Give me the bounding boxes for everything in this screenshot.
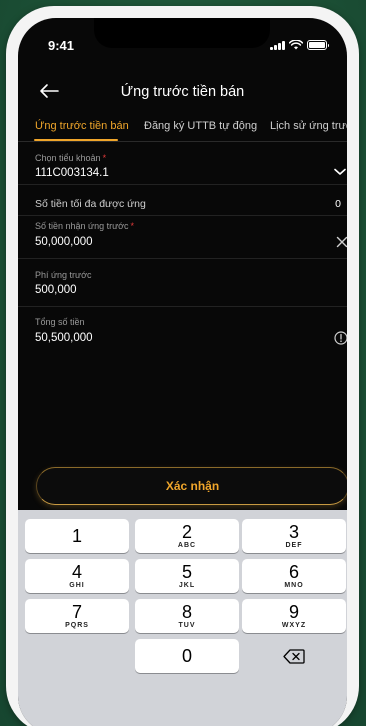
- numeric-keypad: 1 2 ABC 3 DEF 4 GHI 5 JKL 6 MNO 7 PQRS 8 TUV 9W…: [18, 510, 347, 726]
- key-4[interactable]: 4 GHI: [25, 559, 129, 593]
- info-icon[interactable]: [334, 331, 347, 345]
- battery-icon: [307, 40, 329, 50]
- account-label: Chọn tiểu khoản *: [35, 153, 107, 163]
- signal-icon: [270, 40, 285, 50]
- app-header: Ứng trước tiền bán: [18, 78, 347, 108]
- tab-auto-register[interactable]: Đăng ký UTTB tự động: [144, 120, 257, 132]
- key-9[interactable]: 9 WXYZ: [242, 599, 346, 633]
- key-6[interactable]: 6 MNO: [242, 559, 346, 593]
- max-amount-label: Số tiền tối đa được ứng: [35, 198, 146, 210]
- amount-label: Số tiền nhận ứng trước *: [35, 221, 135, 231]
- divider: [18, 306, 347, 307]
- notch: [94, 18, 270, 48]
- total-label: Tổng số tiền: [35, 317, 85, 327]
- status-icons: [270, 40, 329, 50]
- key-0[interactable]: 0: [135, 639, 239, 673]
- key-2[interactable]: 2 ABC: [135, 519, 239, 553]
- wifi-icon: [289, 40, 303, 50]
- delete-key[interactable]: [242, 639, 346, 673]
- app-screen: 9:41 Ứng trước tiền bán Ứng trước tiền b…: [18, 18, 347, 726]
- confirm-button[interactable]: Xác nhận: [36, 467, 347, 505]
- total-value: 50,500,000: [35, 332, 93, 344]
- confirm-label: Xác nhận: [165, 479, 220, 493]
- divider: [18, 184, 347, 185]
- account-value: 111C003134.1: [35, 167, 109, 179]
- divider: [18, 258, 347, 259]
- key-5[interactable]: 5 JKL: [135, 559, 239, 593]
- key-3[interactable]: 3 DEF: [242, 519, 346, 553]
- chevron-down-icon[interactable]: [334, 168, 346, 176]
- key-1[interactable]: 1: [25, 519, 129, 553]
- status-time: 9:41: [48, 38, 75, 53]
- tab-history[interactable]: Lịch sử ứng trước: [270, 120, 347, 132]
- status-bar: 9:41: [18, 18, 347, 62]
- tab-bar: Ứng trước tiền bán Đăng ký UTTB tự động …: [18, 114, 347, 142]
- max-amount-value: 0: [335, 198, 341, 210]
- backspace-icon: [283, 648, 305, 664]
- fee-label: Phí ứng trước: [35, 270, 92, 280]
- fee-value: 500,000: [35, 284, 77, 296]
- phone-frame: 9:41 Ứng trước tiền bán Ứng trước tiền b…: [6, 6, 359, 726]
- active-tab-indicator: [34, 139, 118, 141]
- clear-icon[interactable]: [336, 236, 347, 248]
- page-title: Ứng trước tiền bán: [120, 84, 245, 100]
- key-8[interactable]: 8 TUV: [135, 599, 239, 633]
- divider: [18, 215, 347, 216]
- amount-value[interactable]: 50,000,000: [35, 236, 93, 248]
- key-7[interactable]: 7 PQRS: [25, 599, 129, 633]
- tab-advance-sale[interactable]: Ứng trước tiền bán: [35, 120, 129, 132]
